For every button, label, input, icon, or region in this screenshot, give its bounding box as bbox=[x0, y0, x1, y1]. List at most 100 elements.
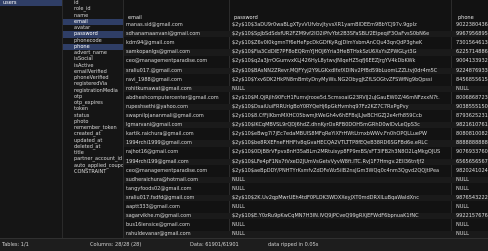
cell-phone: NULL bbox=[456, 222, 469, 229]
table-row[interactable]: sdhanamaanvani@gmail.com $2y$10$SpJbSdSds… bbox=[124, 31, 488, 38]
table-row[interactable]: sudheraichura@hotmail.com NULL NULL bbox=[124, 176, 488, 183]
cell-password: $2y$10$Yxv6DK2HkPN8mBmtyDnyMyWs.NG2ObygJ… bbox=[232, 76, 432, 83]
cell-phone: 9224876933 bbox=[456, 67, 488, 74]
cell-password: $2y$10$E.Y0zRu9pKwCqMN7H3IN.IVQ9jPCveQ99… bbox=[232, 213, 419, 220]
cell-password: $2y$10$eBwg7i7jEc7edaMBUIS8MFqReYiXFrHWt… bbox=[232, 131, 427, 138]
cell-phone: 9876543222 bbox=[456, 194, 488, 201]
table-row[interactable]: sraliu017.fsdfd@gmail.com $2y$10$2K.Uv2qp… bbox=[124, 194, 488, 202]
cell-email: lgmarvani@gmail.com bbox=[126, 122, 183, 129]
cell-email: rahuldevanar@gmail.com bbox=[126, 231, 191, 238]
cell-phone: NULL bbox=[456, 204, 469, 210]
cell-phone: 8793625231 bbox=[456, 113, 488, 119]
cell-email: 1994rchi199@gmail.com bbox=[126, 158, 189, 165]
cell-phone: NULL bbox=[456, 231, 469, 238]
cell-password: $2y$10$be8RXEFneFHHFlv8qGvaHECQA2VTLTTP8… bbox=[232, 140, 428, 147]
cell-email: sraliu017.@gmail.com bbox=[126, 67, 182, 74]
cell-phone: 9967956895 bbox=[456, 31, 488, 38]
cell-email: rajhot16@gmail.com bbox=[126, 149, 179, 156]
cell-email: samkopanlgs@gmail.com bbox=[126, 49, 191, 56]
columns-count: Columns: 28/28 (28) bbox=[90, 242, 142, 248]
cell-email: sdhanamaanvani@gmail.com bbox=[126, 31, 201, 38]
table-row[interactable]: aaptt333@gmail.com NULL NULL bbox=[124, 204, 488, 210]
cell-email: tangyfoods02@gmail.com bbox=[126, 185, 192, 192]
table-row[interactable]: ceo@managementparadise.com $2y$10$q2a3Jrr… bbox=[124, 58, 488, 64]
cell-password: NULL bbox=[232, 231, 245, 238]
cell-phone: 6565656567 bbox=[456, 158, 488, 165]
cell-phone: 8006868723 bbox=[456, 94, 488, 101]
cell-phone: 9820241024 bbox=[456, 167, 488, 174]
table-row[interactable]: sagarvikhe.m@gmail.com $2y$10$E.Y0zRu9pKw… bbox=[124, 213, 488, 220]
cell-password: $2y$10$aeBpDDY/PNHTYrKsmfvZdDFeWz5ilB2ns… bbox=[232, 167, 440, 174]
cell-password: $2y$10$8.CfFjlKbmMXHC05bwmJtWeGh4v6hEFBs… bbox=[232, 113, 422, 119]
column-list: id role_id name email avatar password phonecod… bbox=[63, 0, 123, 175]
table-row[interactable]: rohitkumawat@gmail.com NULL NULL bbox=[124, 85, 488, 92]
cell-phone: 9004133932 bbox=[456, 58, 488, 65]
cell-email: kartik.raichura@gmail.com bbox=[126, 131, 194, 138]
table-row[interactable]: samkopanlgs@gmail.com $2y$10$Fia3CdDlE7PF… bbox=[124, 49, 488, 56]
table-row[interactable]: 1994rchi199@gmail.com $2y$10$LFe4pF1Ns7tV… bbox=[124, 158, 488, 165]
cell-phone: 9076933760 bbox=[456, 149, 488, 156]
status-bar: Tables: 1/1 Columns: 28/28 (28) Data: 61… bbox=[0, 238, 488, 251]
cell-password: $2y$10$0DjB8rVFpvx8nH35aBLm2MRtuisyp8FP9… bbox=[232, 149, 441, 156]
header-phone[interactable]: phone bbox=[454, 14, 488, 22]
cell-password: $2y$10$M.QjRjIh90FcH1FumvJrooe5d.5cmsoai… bbox=[232, 94, 440, 101]
cell-password: $2y$10$LFe4pF1Ns7tVxeD2JUmVsGetvVyvW8ft.… bbox=[232, 158, 425, 165]
cell-phone: 9038555150 bbox=[456, 103, 488, 110]
cell-email: rupeshsethi@yahoo.com bbox=[126, 103, 188, 110]
cell-email: sudheraichura@hotmail.com bbox=[126, 176, 199, 183]
table-list: users bbox=[0, 0, 62, 7]
cell-email: 1994rchi1999@gmail.com bbox=[126, 140, 192, 147]
cell-password: $2y$10$DsaiUuiFRRUrlgBoY0RYQeHj6pGkHvmhq… bbox=[232, 103, 409, 110]
cell-password: NULL bbox=[232, 204, 245, 210]
table-row[interactable]: tangyfoods02@gmail.com NULL NULL bbox=[124, 186, 488, 192]
table-row[interactable]: kartik.raichura@gmail.com $2y$10$eBwg7i7j… bbox=[124, 131, 488, 137]
grid-header: email password phone bbox=[124, 14, 488, 22]
header-password[interactable]: password bbox=[230, 14, 450, 22]
cell-phone: 9022380436 bbox=[456, 22, 488, 28]
cell-email: ceo@managementparadise.com bbox=[126, 58, 208, 65]
data-grid: email password phone manas.sid@gmail.com… bbox=[124, 0, 488, 238]
cell-email: sagarvikhe.m@gmail.com bbox=[126, 213, 192, 220]
table-row[interactable]: 1994rchi1999@gmail.com $2y$10$be8RXEFneFH… bbox=[124, 140, 488, 147]
cell-password: $2y$10$q2a3JrrOGumvxKLJ426HyL8ytwvJNIqeH… bbox=[232, 58, 416, 65]
cell-phone: 9922157676 bbox=[456, 213, 488, 220]
cell-phone: 8456855615 bbox=[456, 76, 488, 83]
cell-password: $2y$10$Fia3CdDlE7PF8oEQRmYJHOJ6Yria3HeBT… bbox=[232, 49, 417, 56]
table-row[interactable]: abdheshcomputercenter@gmail.com $2y$10$M.… bbox=[124, 95, 488, 101]
cell-email: ceo@managementparadise.com bbox=[126, 167, 208, 174]
table-row[interactable]: sraliu017.@gmail.com $2y$10$BAsNN2ZRevr.M… bbox=[124, 67, 488, 74]
cell-password: $2y$10$Z6v0I0kgmnTf6eHeFpcDkGDfKyRgJDlmY… bbox=[232, 40, 423, 47]
cell-password: $2y$10$2K.Uv2qpMwrUEh4tdF0PLOK3WDXXeyJXT… bbox=[232, 194, 419, 201]
table-row[interactable]: ceo@managementparadise.com $2y$10$aeBpDDY… bbox=[124, 168, 488, 174]
header-email[interactable]: email bbox=[124, 14, 229, 22]
cell-password: NULL bbox=[232, 222, 245, 229]
cell-email: abdheshcomputercenter@gmail.com bbox=[126, 94, 219, 101]
cell-password: $2y$10$BAsNN2ZRevr.MQFYyJ2Y9LGKxdIfxfXDl… bbox=[232, 67, 438, 74]
table-item[interactable]: users bbox=[0, 0, 62, 7]
cell-phone: 8080810082 bbox=[456, 131, 488, 138]
cell-phone: NULL bbox=[456, 185, 469, 192]
table-row[interactable]: bus16iensice@gmail.com NULL NULL bbox=[124, 222, 488, 228]
cell-phone: 6225714886 bbox=[456, 49, 488, 56]
table-row[interactable]: swapnilpjananmali@gmail.com $2y$10$8.CfFj… bbox=[124, 113, 488, 119]
table-row[interactable]: rahuldevanar@gmail.com NULL NULL bbox=[124, 231, 488, 238]
table-row[interactable]: lgmarvani@gmail.com $2y$10$lKCqMBVSL9rQDJ… bbox=[124, 122, 488, 129]
cell-phone: 8888888888 bbox=[456, 140, 488, 147]
columns-panel: id role_id name email avatar password phonecod… bbox=[63, 0, 124, 238]
cell-password: NULL bbox=[232, 85, 245, 92]
cell-password: $2y$10$3aDU9r0waBLgXTyvVUfvbvJtyvsXR1yam… bbox=[232, 22, 417, 28]
data-count: Data: 61901/61901 bbox=[190, 242, 239, 248]
table-row[interactable]: rupeshsethi@yahoo.com $2y$10$DsaiUuiFRRUr… bbox=[124, 103, 488, 111]
cell-email: sraliu017.fsdfd@gmail.com bbox=[126, 194, 195, 201]
cell-phone: 7301564613 bbox=[456, 40, 488, 47]
cell-email: manas.sid@gmail.com bbox=[126, 22, 183, 28]
table-row[interactable]: manas.sid@gmail.com $2y$10$3aDU9r0waBLgXT… bbox=[124, 22, 488, 28]
cell-email: ravi_1988@gmail.com bbox=[126, 76, 182, 83]
cell-password: $2y$10$lKCqMBVSL9rQDJ6hdZ.dhnKyrOxRFB0DO… bbox=[232, 122, 420, 129]
table-row[interactable]: kdm94@gmail.com $2y$10$Z6v0I0kgmnTf6eHeFp… bbox=[124, 40, 488, 46]
table-row[interactable]: ravi_1988@gmail.com $2y$10$Yxv6DK2HkPN8mB… bbox=[124, 77, 488, 83]
table-row[interactable]: rajhot16@gmail.com $2y$10$0DjB8rVFpvx8nH3… bbox=[124, 149, 488, 155]
cell-password: $2y$10$SpJbSdSdsfUR2FZM9vf2IO2iPfvYbt2B3… bbox=[232, 31, 430, 38]
column-item[interactable]: CONSTRAINT bbox=[63, 169, 123, 175]
tables-panel: users bbox=[0, 0, 63, 238]
